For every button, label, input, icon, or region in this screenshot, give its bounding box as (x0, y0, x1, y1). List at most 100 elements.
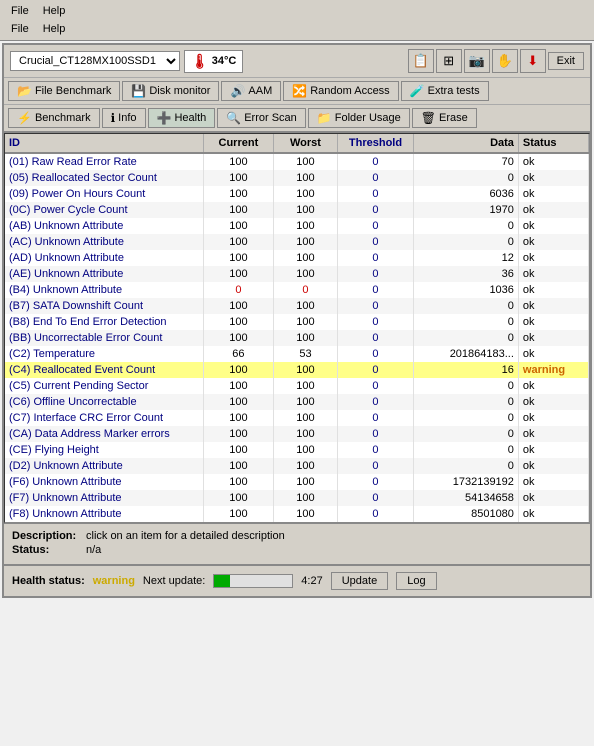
table-row[interactable]: (BB) Uncorrectable Error Count 100 100 0… (5, 330, 589, 346)
cell-id: (CA) Data Address Marker errors (5, 426, 203, 442)
progress-container (213, 574, 293, 588)
cell-current: 100 (203, 153, 273, 170)
cell-status: ok (518, 394, 588, 410)
cell-data: 12 (413, 250, 518, 266)
tab-erase[interactable]: 🗑 Erase (412, 108, 477, 128)
cell-threshold: 0 (338, 490, 414, 506)
table-row[interactable]: (CE) Flying Height 100 100 0 0 ok (5, 442, 589, 458)
camera-icon-btn[interactable]: 📷 (464, 49, 490, 73)
table-row[interactable]: (B4) Unknown Attribute 0 0 0 1036 ok (5, 282, 589, 298)
log-button[interactable]: Log (396, 572, 436, 590)
tab-extra-tests[interactable]: 🧪 Extra tests (401, 81, 489, 101)
extra-tests-icon: 🧪 (410, 84, 425, 98)
tab-info[interactable]: ℹ Info (102, 108, 146, 128)
table-row[interactable]: (F7) Unknown Attribute 100 100 0 5413465… (5, 490, 589, 506)
table-row[interactable]: (AC) Unknown Attribute 100 100 0 0 ok (5, 234, 589, 250)
tab-aam[interactable]: 🔊 AAM (221, 81, 281, 101)
table-row[interactable]: (01) Raw Read Error Rate 100 100 0 70 ok (5, 153, 589, 170)
exit-button[interactable]: Exit (548, 52, 584, 70)
menu-file-2[interactable]: File (8, 22, 32, 36)
cell-data: 8501080 (413, 506, 518, 522)
cell-worst: 100 (273, 362, 337, 378)
table-row[interactable]: (B7) SATA Downshift Count 100 100 0 0 ok (5, 298, 589, 314)
table-row[interactable]: (AE) Unknown Attribute 100 100 0 36 ok (5, 266, 589, 282)
hand-icon-btn[interactable]: ✋ (492, 49, 518, 73)
tab-disk-monitor[interactable]: 💾 Disk monitor (122, 81, 219, 101)
table-row[interactable]: (B8) End To End Error Detection 100 100 … (5, 314, 589, 330)
disk-monitor-icon: 💾 (131, 84, 146, 98)
tab-benchmark[interactable]: ⚡ Benchmark (8, 108, 100, 128)
cell-data: 0 (413, 314, 518, 330)
device-selector[interactable]: Crucial_CT128MX100SSD1 (128 GB) (10, 51, 180, 71)
cell-threshold: 0 (338, 506, 414, 522)
menu-file-1[interactable]: File (8, 4, 32, 18)
title-bar-outer: File Help File Help (0, 0, 594, 41)
cell-current: 100 (203, 394, 273, 410)
copy-icon-btn[interactable]: 📋 (408, 49, 434, 73)
cell-status: ok (518, 186, 588, 202)
tab-aam-label: AAM (248, 85, 272, 97)
table-row[interactable]: (CA) Data Address Marker errors 100 100 … (5, 426, 589, 442)
menu-help-1[interactable]: Help (40, 4, 69, 18)
table-row[interactable]: (C7) Interface CRC Error Count 100 100 0… (5, 410, 589, 426)
cell-data: 0 (413, 394, 518, 410)
cell-data: 0 (413, 442, 518, 458)
cell-worst: 53 (273, 346, 337, 362)
tab-folder-usage[interactable]: 📁 Folder Usage (308, 108, 410, 128)
col-header-current: Current (203, 134, 273, 153)
description-value: click on an item for a detailed descript… (86, 530, 285, 542)
table-row[interactable]: (F8) Unknown Attribute 100 100 0 8501080… (5, 506, 589, 522)
cell-id: (AC) Unknown Attribute (5, 234, 203, 250)
cell-current: 100 (203, 330, 273, 346)
grid-icon-btn[interactable]: ⊞ (436, 49, 462, 73)
update-button[interactable]: Update (331, 572, 388, 590)
cell-status: ok (518, 442, 588, 458)
cell-current: 100 (203, 314, 273, 330)
cell-id: (B4) Unknown Attribute (5, 282, 203, 298)
cell-current: 0 (203, 282, 273, 298)
cell-id: (C6) Offline Uncorrectable (5, 394, 203, 410)
cell-current: 100 (203, 490, 273, 506)
table-row[interactable]: (C4) Reallocated Event Count 100 100 0 1… (5, 362, 589, 378)
table-row[interactable]: (C6) Offline Uncorrectable 100 100 0 0 o… (5, 394, 589, 410)
cell-worst: 100 (273, 330, 337, 346)
cell-status: ok (518, 153, 588, 170)
cell-status: ok (518, 170, 588, 186)
table-row[interactable]: (C2) Temperature 66 53 0 201864183... ok (5, 346, 589, 362)
table-row[interactable]: (C5) Current Pending Sector 100 100 0 0 … (5, 378, 589, 394)
tab-error-scan[interactable]: 🔍 Error Scan (217, 108, 306, 128)
cell-threshold: 0 (338, 426, 414, 442)
cell-data: 0 (413, 426, 518, 442)
description-label: Description: (12, 530, 82, 542)
cell-threshold: 0 (338, 458, 414, 474)
cell-id: (D2) Unknown Attribute (5, 458, 203, 474)
col-header-data: Data (413, 134, 518, 153)
cell-worst: 100 (273, 394, 337, 410)
cell-current: 100 (203, 378, 273, 394)
cell-status: ok (518, 218, 588, 234)
cell-current: 100 (203, 410, 273, 426)
table-row[interactable]: (AD) Unknown Attribute 100 100 0 12 ok (5, 250, 589, 266)
tab-random-access[interactable]: 🔀 Random Access (283, 81, 398, 101)
menu-help-2[interactable]: Help (40, 22, 69, 36)
cell-id: (AB) Unknown Attribute (5, 218, 203, 234)
cell-id: (0C) Power Cycle Count (5, 202, 203, 218)
table-row[interactable]: (AB) Unknown Attribute 100 100 0 0 ok (5, 218, 589, 234)
tab-file-benchmark[interactable]: 📂 File Benchmark (8, 81, 120, 101)
cell-current: 100 (203, 266, 273, 282)
table-row[interactable]: (F6) Unknown Attribute 100 100 0 1732139… (5, 474, 589, 490)
description-row: Description: click on an item for a deta… (12, 530, 582, 542)
table-row[interactable]: (D2) Unknown Attribute 100 100 0 0 ok (5, 458, 589, 474)
table-row[interactable]: (0C) Power Cycle Count 100 100 0 1970 ok (5, 202, 589, 218)
table-row[interactable]: (05) Reallocated Sector Count 100 100 0 … (5, 170, 589, 186)
tab-health[interactable]: ➕ Health (148, 108, 216, 128)
tab-extra-tests-label: Extra tests (428, 85, 480, 97)
table-row[interactable]: (09) Power On Hours Count 100 100 0 6036… (5, 186, 589, 202)
tab-health-label: Health (174, 112, 206, 124)
cell-current: 100 (203, 362, 273, 378)
download-icon-btn[interactable]: ⬇ (520, 49, 546, 73)
cell-current: 100 (203, 250, 273, 266)
tab-benchmark-label: Benchmark (35, 112, 91, 124)
thermometer-icon: 🌡 (191, 53, 209, 70)
cell-current: 66 (203, 346, 273, 362)
